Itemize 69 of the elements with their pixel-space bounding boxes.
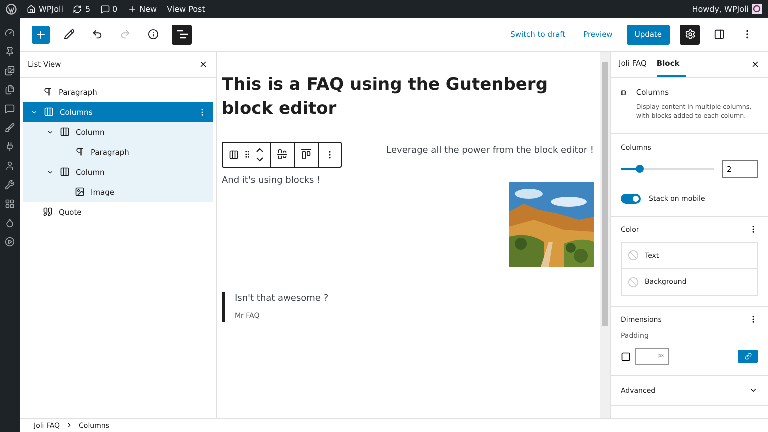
paragraph[interactable]: And it's using blocks !	[222, 176, 321, 186]
pilcrow-icon	[75, 147, 85, 157]
list-view-icon	[176, 30, 188, 39]
drag-handle-icon[interactable]	[243, 150, 252, 160]
site-link[interactable]: WPJoli	[27, 4, 64, 14]
plug-icon[interactable]	[5, 142, 15, 152]
comments-link[interactable]: 0	[100, 4, 118, 14]
quote-icon	[43, 207, 53, 217]
redo-icon	[120, 29, 130, 40]
info-icon	[148, 29, 158, 40]
stack-toggle[interactable]	[621, 194, 641, 204]
wrench-icon[interactable]	[5, 180, 15, 190]
add-block-button[interactable]	[32, 26, 50, 44]
pilcrow-icon	[43, 87, 53, 97]
comments-count: 0	[112, 4, 118, 14]
wordpress-logo-icon[interactable]	[6, 4, 17, 14]
panel-icon	[714, 29, 724, 40]
image-icon	[75, 187, 85, 197]
chevron-down-icon[interactable]	[47, 128, 54, 136]
slider-thumb[interactable]	[636, 165, 644, 174]
pin-icon[interactable]	[5, 47, 15, 57]
undo-icon	[92, 29, 102, 40]
avatar-icon	[752, 4, 762, 14]
align-icon[interactable]	[277, 149, 288, 160]
link-icon	[744, 353, 752, 360]
no-color-icon	[628, 276, 639, 288]
plus-icon	[128, 4, 137, 14]
move-arrows-icon[interactable]	[256, 146, 264, 163]
settings-icon	[684, 29, 696, 40]
greeting: Howdy, WPJoli	[692, 4, 749, 14]
chevron-down-icon[interactable]	[47, 168, 54, 176]
close-icon[interactable]	[199, 60, 208, 69]
updates-link[interactable]: 5	[73, 4, 91, 14]
home-icon	[27, 4, 36, 14]
comment-icon	[100, 4, 110, 14]
column-icon	[60, 167, 70, 177]
pencil-icon	[64, 29, 74, 40]
comment-icon[interactable]	[5, 104, 15, 114]
list-view-button[interactable]	[172, 24, 192, 44]
user-icon[interactable]	[5, 161, 15, 171]
settings-button[interactable]	[680, 24, 700, 44]
box-icon	[621, 352, 631, 362]
columns-icon[interactable]	[229, 150, 239, 160]
images-icon[interactable]	[5, 66, 15, 76]
new-label: New	[140, 4, 158, 14]
pages-icon[interactable]	[5, 85, 15, 95]
vertical-align-icon[interactable]	[301, 149, 312, 160]
updates-count: 5	[85, 4, 91, 14]
brush-icon[interactable]	[5, 123, 15, 133]
close-icon[interactable]	[751, 60, 760, 69]
plus-icon	[35, 28, 47, 40]
drop-icon[interactable]	[5, 218, 15, 228]
account-link[interactable]: Howdy, WPJoli	[692, 4, 762, 14]
paragraph[interactable]: Leverage all the power from the block editor !	[386, 146, 594, 156]
columns-icon	[44, 107, 54, 117]
refresh-icon	[73, 4, 82, 14]
quote-text[interactable]: Isn't that awesome ?	[235, 294, 584, 304]
site-name: WPJoli	[39, 4, 64, 14]
post-title[interactable]: This is a FAQ using the Gutenberg block editor	[222, 74, 594, 122]
columns-icon	[621, 88, 626, 98]
grid-icon[interactable]	[5, 199, 15, 209]
view-post-link[interactable]: View Post	[167, 4, 206, 14]
play-icon[interactable]	[5, 237, 15, 247]
gauge-icon[interactable]	[5, 28, 15, 38]
chevron-right-icon	[66, 422, 74, 429]
link-button[interactable]	[738, 350, 758, 364]
new-link[interactable]: New	[128, 4, 158, 14]
no-color-icon	[628, 250, 639, 262]
column-icon	[60, 127, 70, 137]
